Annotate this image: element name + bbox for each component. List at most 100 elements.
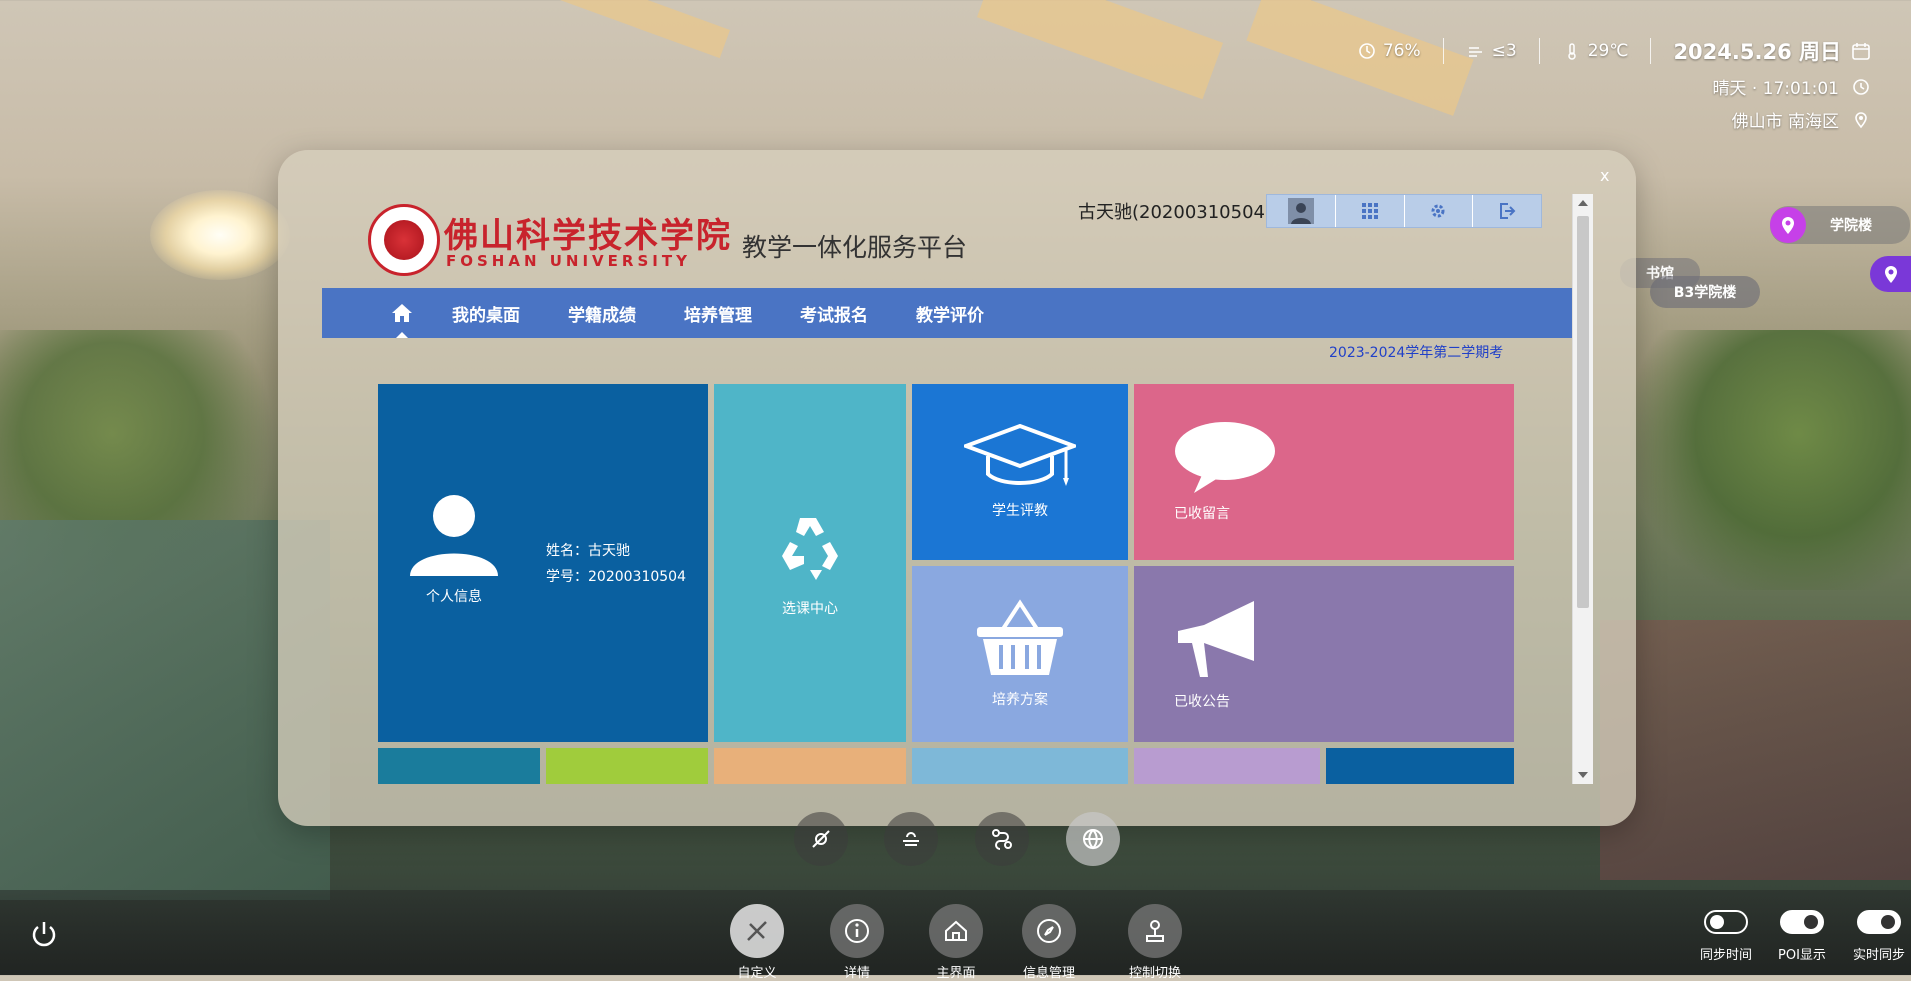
logout-button[interactable] — [1473, 195, 1541, 227]
toggle-switch[interactable] — [1704, 910, 1748, 934]
scene-polygon — [559, 0, 731, 59]
dock-label: 信息管理 — [1022, 966, 1075, 981]
clock-icon — [1851, 77, 1871, 97]
grid-icon — [1361, 203, 1378, 219]
dock-control-switch[interactable]: 控制切换 — [1128, 904, 1182, 981]
dock-label: 主界面 — [936, 966, 976, 981]
tile-training-plan[interactable]: 培养方案 — [912, 566, 1128, 742]
basket-icon — [977, 599, 1063, 675]
scene-trees-right — [1630, 330, 1911, 590]
toggle-sync-time[interactable]: 同步时间 — [1700, 910, 1752, 963]
dock-info-management[interactable]: 信息管理 — [1022, 904, 1076, 981]
toggle-switch[interactable] — [1857, 910, 1901, 934]
toggle-poi[interactable]: POI显示 — [1778, 910, 1826, 963]
settings-button[interactable] — [1405, 195, 1474, 227]
dock-label: 控制切换 — [1128, 966, 1181, 981]
tile-partial[interactable] — [1134, 748, 1320, 784]
tile-label: 个人信息 — [426, 589, 482, 605]
weather-time: 晴天 · 17:01:01 — [1712, 79, 1839, 99]
nav-item-desktop[interactable]: 我的桌面 — [452, 301, 520, 326]
semester-notice[interactable]: 2023-2024学年第二学期考 — [1329, 342, 1503, 362]
speech-bubble-icon — [1175, 422, 1275, 493]
recycle-icon — [782, 518, 838, 580]
divider — [1650, 38, 1652, 64]
home-icon — [392, 304, 412, 322]
portal-scrollbar[interactable] — [1572, 194, 1593, 784]
main-nav: 我的桌面 学籍成绩 培养管理 考试报名 教学评价 — [322, 288, 1572, 338]
home-icon — [929, 904, 983, 958]
location-label: 佛山市 南海区 — [1731, 112, 1839, 132]
fog-button[interactable] — [884, 812, 938, 866]
poi-side-pin[interactable] — [1870, 256, 1911, 292]
date-label: 2024.5.26 周日 — [1673, 40, 1841, 64]
divider — [1538, 38, 1540, 64]
nav-item-evaluation[interactable]: 教学评价 — [916, 301, 984, 326]
scroll-up-arrow[interactable] — [1578, 200, 1588, 206]
calendar-icon — [1851, 41, 1871, 61]
nav-home[interactable] — [376, 288, 428, 338]
location-pin-icon — [1851, 110, 1871, 130]
profile-info: 姓名：古天驰 学号：20200310504 — [546, 538, 686, 590]
globe-button[interactable] — [1066, 812, 1120, 866]
apps-button[interactable] — [1336, 195, 1405, 227]
humidity-value: 76% — [1382, 41, 1421, 61]
profile-id: 学号：20200310504 — [546, 569, 686, 585]
weather-off-icon — [812, 830, 830, 848]
avatar-icon — [1287, 198, 1314, 224]
no-weather-button[interactable] — [794, 812, 848, 866]
thermometer-icon — [1562, 41, 1582, 61]
poi-tag-b3[interactable]: B3学院楼 — [1650, 276, 1760, 308]
humidity-icon — [1357, 41, 1377, 61]
tile-profile[interactable]: 个人信息 姓名：古天驰 学号：20200310504 — [378, 384, 708, 742]
toggle-realtime-sync[interactable]: 实时同步 — [1853, 910, 1905, 963]
tile-partial[interactable] — [912, 748, 1128, 784]
university-seal-logo — [368, 204, 440, 276]
dock-label: 自定义 — [737, 966, 777, 981]
tile-received-messages[interactable]: 已收留言 — [1134, 384, 1514, 560]
tile-label: 培养方案 — [992, 692, 1048, 708]
route-icon — [992, 829, 1012, 850]
poi-tag-academy[interactable]: 学院楼 — [1770, 206, 1910, 244]
scroll-down-arrow[interactable] — [1578, 772, 1588, 778]
dock-custom[interactable]: 自定义 — [730, 904, 784, 981]
scene-court-right — [1600, 620, 1911, 880]
tile-course-center[interactable]: 选课中心 — [714, 384, 906, 742]
info-icon — [830, 904, 884, 958]
tile-received-notices[interactable]: 已收公告 — [1134, 566, 1514, 742]
dock-details[interactable]: 详情 — [830, 904, 884, 981]
tile-partial[interactable] — [378, 748, 540, 784]
user-toolbar — [1266, 194, 1542, 228]
dock-label: 详情 — [843, 966, 870, 981]
avatar-button[interactable] — [1267, 195, 1336, 227]
poi-label: B3学院楼 — [1673, 285, 1737, 301]
user-name: 古天驰(20200310504) — [1078, 202, 1273, 223]
school-name-en: FOSHAN UNIVERSITY — [446, 252, 691, 270]
tile-partial[interactable] — [1326, 748, 1514, 784]
tile-student-evaluation[interactable]: 学生评教 — [912, 384, 1128, 560]
tile-partial[interactable] — [714, 748, 906, 784]
tile-label: 选课中心 — [782, 601, 838, 617]
toggle-label: 实时同步 — [1853, 948, 1906, 963]
wind-value: ≤3 — [1491, 41, 1517, 61]
nav-item-exam[interactable]: 考试报名 — [800, 301, 868, 326]
nav-item-training[interactable]: 培养管理 — [684, 301, 752, 326]
compass-icon — [1022, 904, 1076, 958]
route-button[interactable] — [975, 812, 1029, 866]
dock-main[interactable]: 主界面 — [929, 904, 983, 981]
toggle-label: POI显示 — [1778, 948, 1826, 963]
tile-label: 已收留言 — [1174, 506, 1230, 522]
toggle-label: 同步时间 — [1700, 948, 1753, 963]
status-panel: 76% ≤3 29℃ 2024.5.26 周日 晴天 · 17:01:01 佛山… — [1357, 36, 1871, 132]
power-button[interactable] — [28, 918, 60, 950]
graduation-cap-icon — [964, 424, 1076, 486]
sun-glow — [150, 190, 290, 280]
school-name-cn: 佛山科学技术学院 — [444, 216, 732, 256]
tile-partial[interactable] — [546, 748, 708, 784]
nav-item-grades[interactable]: 学籍成绩 — [568, 301, 636, 326]
tile-label: 学生评教 — [992, 503, 1048, 519]
fog-icon — [903, 832, 919, 846]
modal-close-button[interactable]: x — [1600, 166, 1609, 185]
toggle-switch[interactable] — [1779, 910, 1824, 934]
scroll-thumb[interactable] — [1577, 216, 1589, 608]
tile-label: 已收公告 — [1174, 694, 1230, 710]
